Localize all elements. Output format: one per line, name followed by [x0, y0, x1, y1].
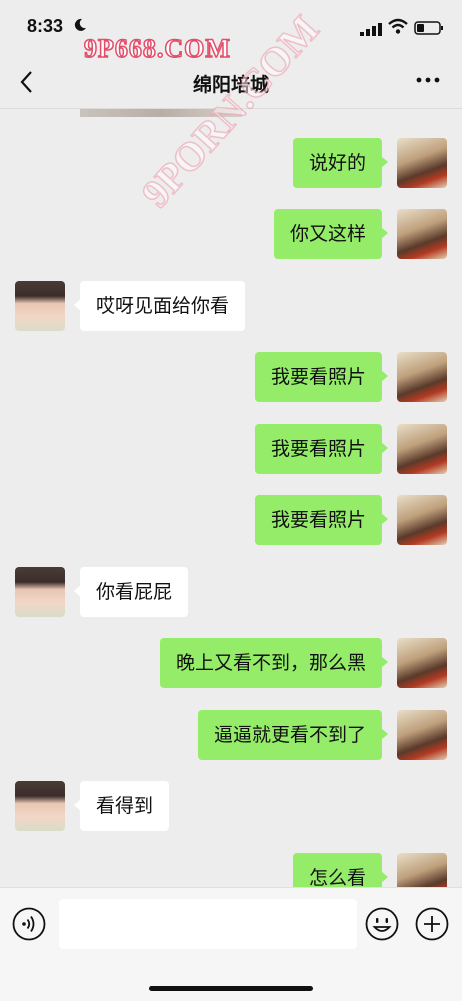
message-bubble[interactable]: 看得到 [73, 781, 170, 831]
emoji-icon[interactable] [365, 907, 399, 941]
message-row: 怎么看 [0, 853, 462, 887]
voice-icon[interactable] [12, 907, 46, 941]
avatar[interactable] [397, 853, 447, 887]
message-row: 哎呀见面给你看 [0, 281, 462, 333]
message-bubble[interactable]: 你又这样 [273, 209, 389, 259]
avatar[interactable] [397, 710, 447, 760]
message-row: 说好的 [0, 138, 462, 190]
avatar[interactable] [397, 424, 447, 474]
message-row: 我要看照片 [0, 424, 462, 476]
avatar[interactable] [397, 638, 447, 688]
status-bar: 8:33 [0, 0, 462, 58]
message-row: 逼逼就更看不到了 [0, 710, 462, 762]
wifi-icon [388, 18, 408, 38]
avatar[interactable] [397, 495, 447, 545]
message-bubble[interactable]: 我要看照片 [254, 424, 389, 474]
chat-title: 绵阳培城 [192, 74, 269, 96]
image-message-partial[interactable] [80, 109, 242, 117]
signal-icon [360, 21, 382, 40]
input-bar [0, 887, 462, 1001]
message-bubble[interactable]: 哎呀见面给你看 [73, 281, 246, 331]
message-row: 我要看照片 [0, 495, 462, 547]
nav-bar: 绵阳培城 [0, 58, 462, 109]
message-bubble[interactable]: 我要看照片 [254, 495, 389, 545]
message-row: 你又这样 [0, 209, 462, 261]
more-options-icon[interactable] [416, 68, 440, 98]
message-row: 看得到 [0, 781, 462, 833]
chat-area[interactable]: 说好的 你又这样 哎呀见面给你看 我要看照片 我要看照片 我要看照片 你看屁屁 … [0, 109, 462, 887]
message-bubble[interactable]: 说好的 [292, 138, 389, 188]
avatar[interactable] [15, 567, 65, 617]
status-time: 8:33 [27, 16, 64, 36]
avatar[interactable] [397, 352, 447, 402]
battery-icon [414, 20, 444, 39]
message-input[interactable] [59, 899, 357, 949]
message-row: 你看屁屁 [0, 567, 462, 619]
avatar[interactable] [15, 781, 65, 831]
message-bubble[interactable]: 你看屁屁 [73, 567, 189, 617]
message-bubble[interactable]: 逼逼就更看不到了 [197, 710, 389, 760]
home-indicator [149, 986, 313, 991]
message-row: 晚上又看不到，那么黑 [0, 638, 462, 690]
add-icon[interactable] [415, 907, 449, 941]
avatar[interactable] [15, 281, 65, 331]
message-bubble[interactable]: 我要看照片 [254, 352, 389, 402]
avatar[interactable] [397, 209, 447, 259]
message-bubble[interactable]: 怎么看 [292, 853, 389, 887]
avatar[interactable] [397, 138, 447, 188]
message-bubble[interactable]: 晚上又看不到，那么黑 [159, 638, 389, 688]
message-row: 我要看照片 [0, 352, 462, 404]
